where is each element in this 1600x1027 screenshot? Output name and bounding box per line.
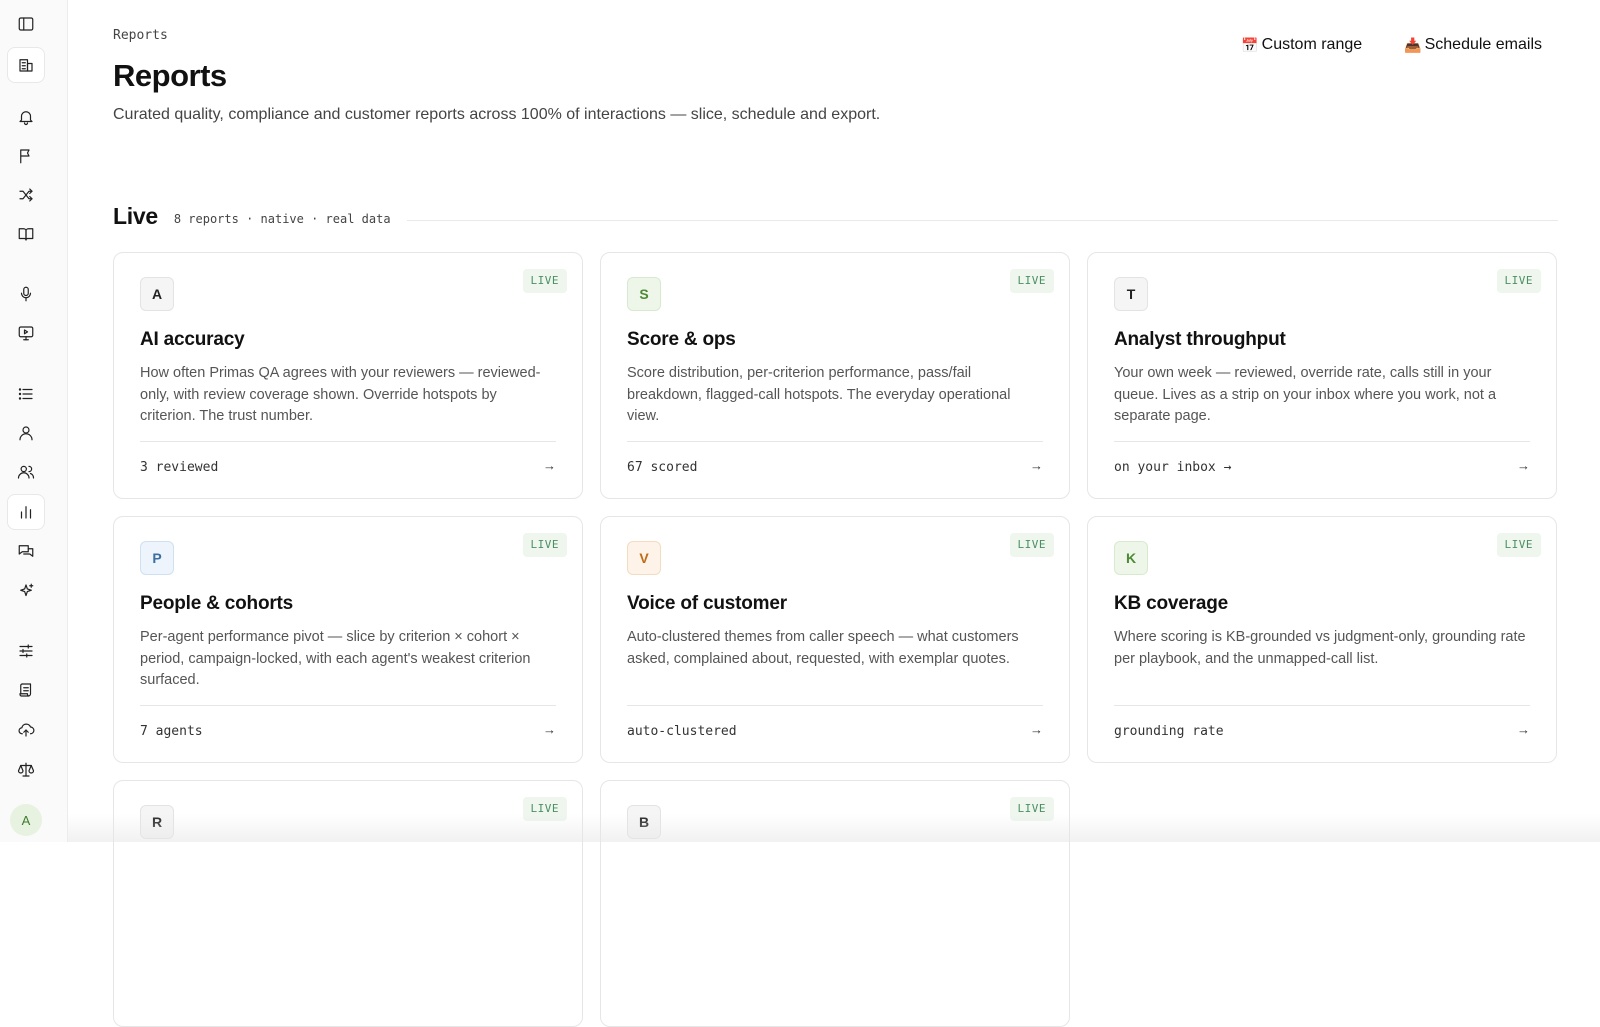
- inbox-tray-icon: 📥: [1404, 36, 1422, 53]
- arrow-right-icon[interactable]: →: [1030, 458, 1043, 473]
- cloud-upload-icon[interactable]: [8, 713, 44, 747]
- card-divider: [1114, 441, 1530, 442]
- scale-icon[interactable]: [8, 753, 44, 787]
- report-letter-icon: B: [627, 805, 661, 839]
- report-card-score-ops[interactable]: LIVE S Score & ops Score distribution, p…: [600, 252, 1070, 499]
- report-card-kb-coverage[interactable]: LIVE K KB coverage Where scoring is KB-g…: [1087, 516, 1557, 763]
- sidebar: A: [0, 0, 68, 842]
- monitor-icon[interactable]: [8, 316, 44, 350]
- sliders-icon[interactable]: [8, 634, 44, 668]
- live-badge: LIVE: [1496, 533, 1541, 557]
- section-title: Live: [113, 202, 158, 229]
- report-description: Auto-clustered themes from caller speech…: [627, 629, 1019, 667]
- report-card-b[interactable]: LIVE B: [600, 780, 1070, 1027]
- custom-range-label: Custom range: [1261, 36, 1363, 53]
- report-letter-icon: P: [140, 541, 174, 575]
- report-letter-icon: R: [140, 805, 174, 839]
- arrow-right-icon[interactable]: →: [543, 722, 556, 737]
- user-icon[interactable]: [8, 416, 44, 450]
- sparkle-icon[interactable]: [8, 574, 44, 608]
- report-card-voice-of-customer[interactable]: LIVE V Voice of customer Auto-clustered …: [600, 516, 1070, 763]
- report-letter-icon: K: [1114, 541, 1148, 575]
- live-badge: LIVE: [522, 269, 567, 293]
- report-card-people-cohorts[interactable]: LIVE P People & cohorts Per-agent perfor…: [113, 516, 583, 763]
- book-icon[interactable]: [8, 217, 44, 251]
- report-title: Voice of customer: [627, 593, 787, 614]
- report-title: KB coverage: [1114, 593, 1228, 614]
- page-subtitle: Curated quality, compliance and customer…: [113, 106, 881, 123]
- section-meta: 8 reports · native · real data: [173, 212, 391, 226]
- arrow-right-icon[interactable]: →: [1030, 722, 1043, 737]
- report-letter-icon: V: [627, 541, 661, 575]
- report-title: People & cohorts: [140, 593, 294, 614]
- main-content: Reports Reports Curated quality, complia…: [68, 0, 1600, 1027]
- card-divider: [627, 441, 1043, 442]
- arrow-right-icon[interactable]: →: [1517, 722, 1530, 737]
- report-letter-icon: A: [140, 277, 174, 311]
- card-divider: [140, 441, 556, 442]
- live-badge: LIVE: [522, 533, 567, 557]
- report-title: Analyst throughput: [1114, 329, 1286, 350]
- header-actions: 📅 Custom range 📥 Schedule emails: [1241, 36, 1542, 54]
- report-description: Where scoring is KB-grounded vs judgment…: [1114, 629, 1526, 667]
- report-title: Score & ops: [627, 329, 736, 350]
- report-letter-icon: S: [627, 277, 661, 311]
- report-stat: 67 scored: [627, 460, 698, 475]
- panel-toggle-icon[interactable]: [8, 7, 44, 41]
- live-section-header: Live 8 reports · native · real data: [113, 201, 1558, 231]
- report-title: AI accuracy: [140, 329, 245, 350]
- report-card-analyst-throughput[interactable]: LIVE T Analyst throughput Your own week …: [1087, 252, 1557, 499]
- shuffle-icon[interactable]: [8, 178, 44, 212]
- live-badge: LIVE: [1009, 797, 1054, 821]
- card-divider: [627, 705, 1043, 706]
- live-badge: LIVE: [1009, 533, 1054, 557]
- report-card-ai-accuracy[interactable]: LIVE A AI accuracy How often Primas QA a…: [113, 252, 583, 499]
- report-description: Score distribution, per-criterion perfor…: [627, 365, 1011, 424]
- live-badge: LIVE: [522, 797, 567, 821]
- page-title: Reports: [113, 58, 227, 93]
- bell-icon[interactable]: [8, 100, 44, 134]
- building-icon[interactable]: [8, 48, 44, 82]
- users-icon[interactable]: [8, 455, 44, 489]
- arrow-right-icon[interactable]: →: [1517, 458, 1530, 473]
- card-divider: [1114, 705, 1530, 706]
- live-badge: LIVE: [1496, 269, 1541, 293]
- report-stat: 3 reviewed: [140, 460, 219, 475]
- report-letter-icon: T: [1114, 277, 1148, 311]
- schedule-emails-label: Schedule emails: [1424, 36, 1542, 53]
- report-stat: grounding rate: [1114, 724, 1224, 739]
- breadcrumb[interactable]: Reports: [113, 28, 168, 43]
- arrow-right-icon[interactable]: →: [543, 458, 556, 473]
- report-stat[interactable]: on your inbox →: [1114, 460, 1231, 475]
- report-stat: auto-clustered: [627, 724, 737, 739]
- avatar[interactable]: A: [10, 804, 42, 836]
- report-description: Per-agent performance pivot — slice by c…: [140, 629, 531, 688]
- flag-icon[interactable]: [8, 139, 44, 173]
- section-divider: [406, 219, 1558, 221]
- card-divider: [140, 705, 556, 706]
- custom-range-button[interactable]: 📅 Custom range: [1241, 36, 1362, 54]
- report-card-r[interactable]: LIVE R: [113, 780, 583, 1027]
- report-description: Your own week — reviewed, override rate,…: [1114, 365, 1497, 424]
- scroll-icon[interactable]: [8, 673, 44, 707]
- list-icon[interactable]: [8, 377, 44, 411]
- chat-icon[interactable]: [8, 534, 44, 568]
- calendar-icon: 📅: [1241, 36, 1259, 53]
- schedule-emails-button[interactable]: 📥 Schedule emails: [1404, 36, 1542, 54]
- report-stat: 7 agents: [140, 724, 203, 739]
- mic-icon[interactable]: [8, 277, 44, 311]
- live-badge: LIVE: [1009, 269, 1054, 293]
- bar-chart-icon[interactable]: [8, 495, 44, 529]
- report-description: How often Primas QA agrees with your rev…: [140, 365, 541, 424]
